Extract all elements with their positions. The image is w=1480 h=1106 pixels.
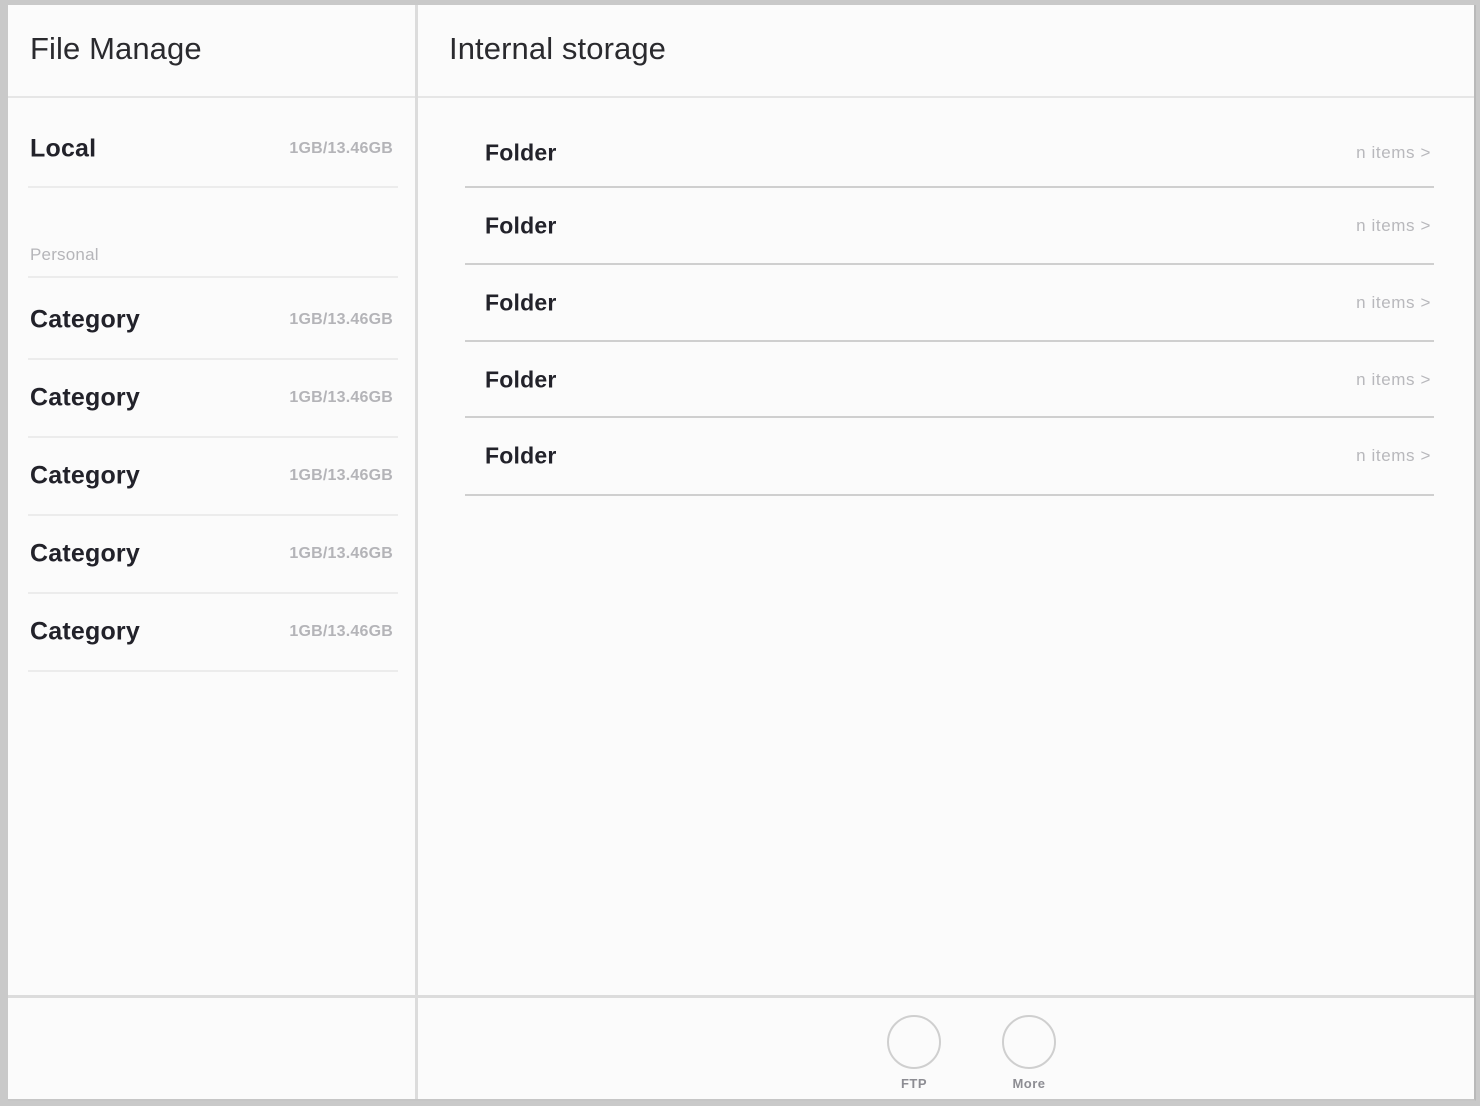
sidebar-item-category-usage: 1GB/13.46GB <box>289 388 393 406</box>
sidebar-item-category[interactable]: Category 1GB/13.46GB <box>8 593 415 670</box>
sidebar-item-category-usage: 1GB/13.46GB <box>289 466 393 484</box>
sidebar-item-category[interactable]: Category 1GB/13.46GB <box>8 437 415 514</box>
sidebar-item-local[interactable]: Local 1GB/13.46GB <box>8 110 415 187</box>
sidebar-item-category-label: Category <box>30 539 140 567</box>
header-bar: File Manage Internal storage <box>8 5 1474 96</box>
sidebar-item-local-label: Local <box>30 134 97 162</box>
folder-item-count: n items > <box>1356 216 1431 235</box>
list-item[interactable]: Folder n items > <box>417 188 1474 264</box>
ftp-button-label: FTP <box>900 1076 928 1091</box>
list-item[interactable]: Folder n items > <box>417 418 1474 494</box>
sidebar-item-category-label: Category <box>30 461 140 489</box>
sidebar: Local 1GB/13.46GB Personal Category 1GB/… <box>8 98 415 997</box>
folder-row-divider <box>465 494 1434 496</box>
folder-name: Folder <box>485 442 557 469</box>
folder-item-count: n items > <box>1356 370 1431 389</box>
folder-item-count: n items > <box>1356 293 1431 312</box>
bottom-bar: FTP More <box>417 998 1474 1099</box>
sidebar-item-local-usage: 1GB/13.46GB <box>289 139 393 157</box>
list-item[interactable]: Folder n items > <box>417 115 1474 191</box>
sidebar-item-category-usage: 1GB/13.46GB <box>289 622 393 640</box>
sidebar-item-category-usage: 1GB/13.46GB <box>289 544 393 562</box>
circle-icon <box>1002 1015 1056 1069</box>
sidebar-item-category-label: Category <box>30 383 140 411</box>
sidebar-rule <box>28 670 398 672</box>
folder-item-count: n items > <box>1356 446 1431 465</box>
sidebar-section-personal: Personal <box>30 245 99 264</box>
sidebar-item-category[interactable]: Category 1GB/13.46GB <box>8 359 415 436</box>
folder-name: Folder <box>485 212 557 239</box>
sidebar-item-category[interactable]: Category 1GB/13.46GB <box>8 281 415 358</box>
more-button-label: More <box>1012 1076 1046 1091</box>
app-root: File Manage Internal storage Local 1GB/1… <box>0 0 1480 1106</box>
sidebar-item-category[interactable]: Category 1GB/13.46GB <box>8 515 415 592</box>
sidebar-item-category-label: Category <box>30 305 140 333</box>
circle-icon <box>887 1015 941 1069</box>
list-item[interactable]: Folder n items > <box>417 265 1474 341</box>
sidebar-rule <box>28 186 398 188</box>
sidebar-rule <box>28 276 398 278</box>
sidebar-item-category-usage: 1GB/13.46GB <box>289 310 393 328</box>
sidebar-item-category-label: Category <box>30 617 140 645</box>
folder-list: Folder n items > Folder n items > Folder… <box>417 98 1474 997</box>
folder-item-count: n items > <box>1356 143 1431 162</box>
folder-name: Folder <box>485 366 557 393</box>
page-title-internal-storage: Internal storage <box>449 31 667 66</box>
list-item[interactable]: Folder n items > <box>417 342 1474 418</box>
folder-name: Folder <box>485 289 557 316</box>
folder-name: Folder <box>485 139 557 166</box>
file-manager-window: File Manage Internal storage Local 1GB/1… <box>8 5 1476 1101</box>
ftp-button[interactable]: FTP <box>883 1015 945 1091</box>
more-button[interactable]: More <box>998 1015 1060 1091</box>
page-title-file-manage: File Manage <box>30 31 202 66</box>
